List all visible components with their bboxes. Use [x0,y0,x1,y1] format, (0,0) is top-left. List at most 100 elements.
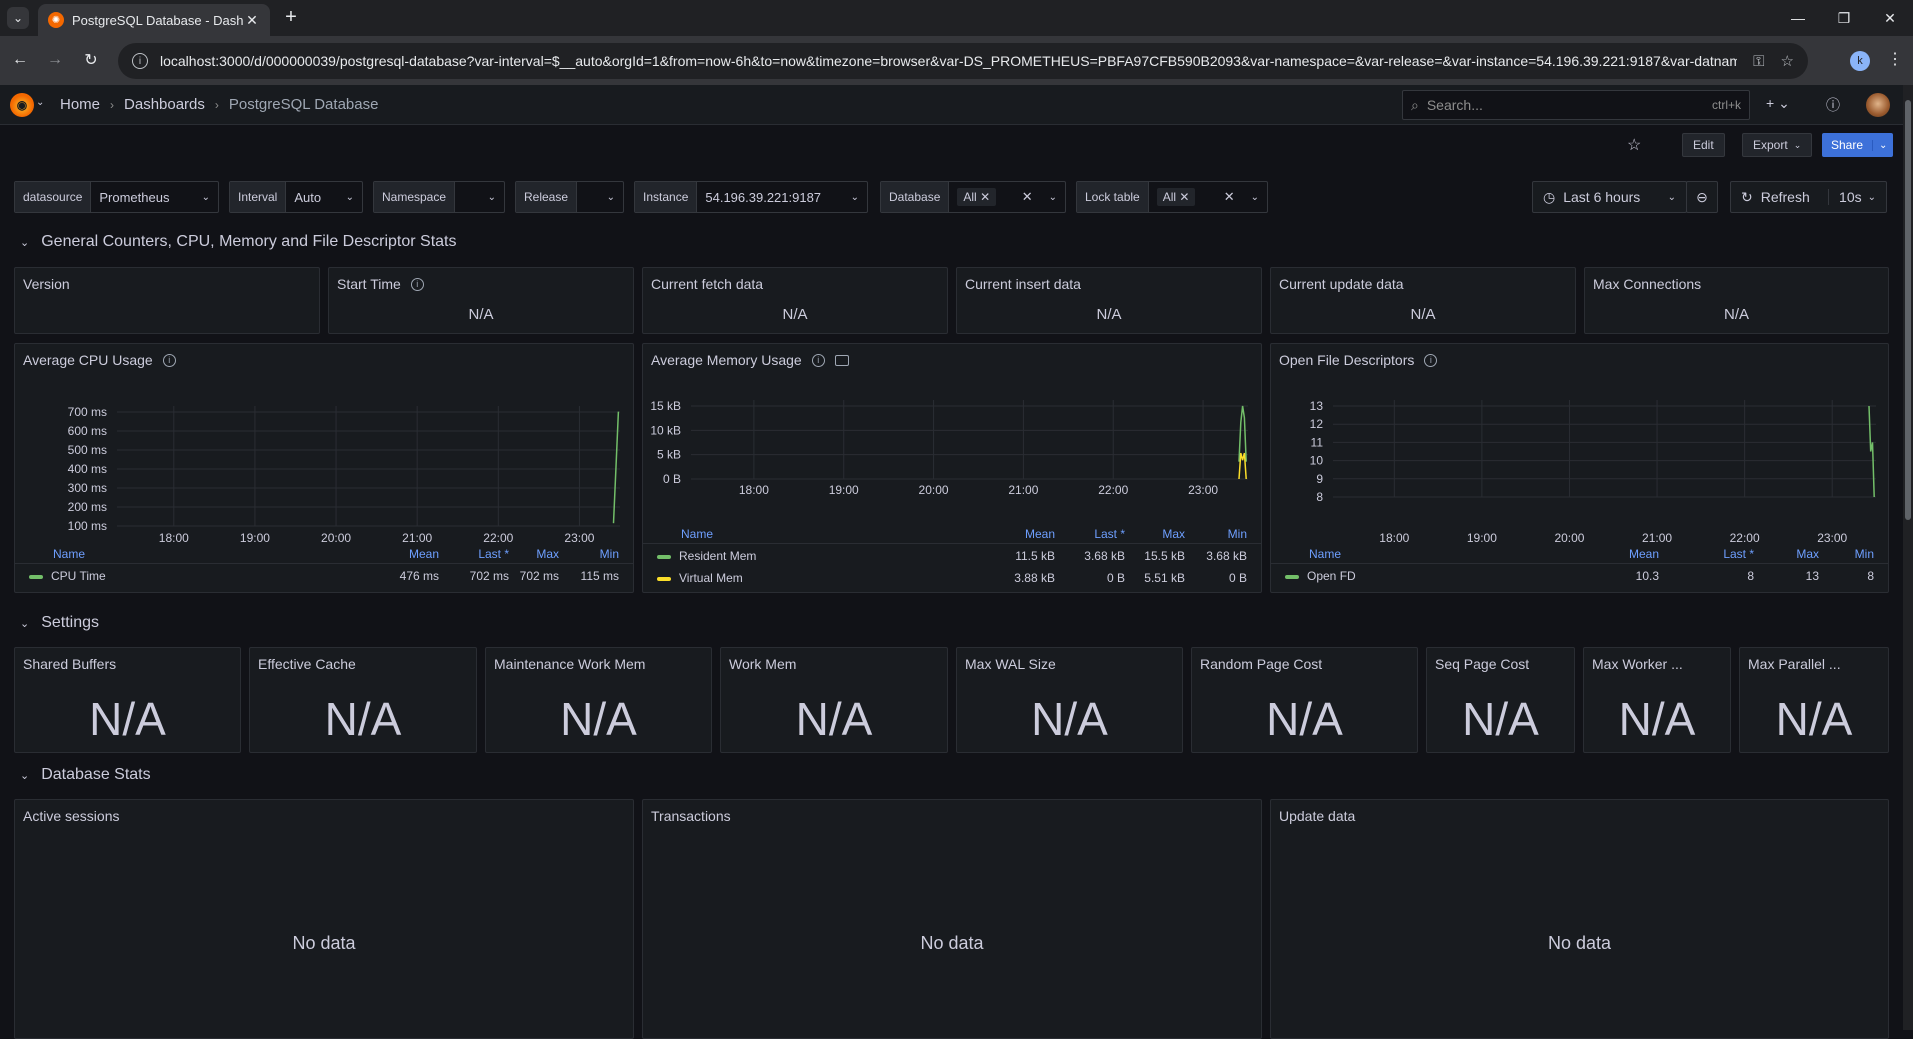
panel-setting[interactable]: Seq Page Cost N/A [1426,647,1575,753]
legend-col-last[interactable]: Last * [1094,527,1125,541]
panel-setting[interactable]: Shared Buffers N/A [14,647,241,753]
panel-setting[interactable]: Max WAL Size N/A [956,647,1183,753]
breadcrumb-home[interactable]: Home [60,96,100,113]
legend-col-min[interactable]: Min [1228,527,1247,541]
chevron-down-icon[interactable]: ⌄ [1872,139,1893,151]
info-icon[interactable]: i [410,277,424,291]
legend-col-last[interactable]: Last * [478,547,509,561]
star-icon[interactable]: ☆ [1627,135,1641,155]
legend-row[interactable]: CPU Time 476 ms 702 ms 702 ms 115 ms [15,566,633,586]
browser-tab[interactable]: ✺ PostgreSQL Database - Dashbo ✕ [38,4,270,36]
close-tab-icon[interactable]: ✕ [244,12,260,29]
add-new-button[interactable]: + ⌄ [1766,95,1790,112]
var-release[interactable]: Release ⌄ [515,181,624,213]
grafana-logo-icon[interactable]: ◉ [10,93,34,117]
panel-setting[interactable]: Max Worker ... N/A [1583,647,1731,753]
var-lock-table[interactable]: Lock table All ✕ ✕ ⌄ [1076,181,1268,213]
browser-menu-icon[interactable]: ⋮ [1887,49,1903,69]
new-tab-button[interactable]: + [280,7,302,29]
var-datasource[interactable]: datasource Prometheus ⌄ [14,181,219,213]
row-settings[interactable]: ⌄ Settings [20,614,99,632]
clear-icon[interactable]: ✕ [1022,189,1033,205]
remove-chip-icon[interactable]: ✕ [980,190,990,204]
panel-setting[interactable]: Max Parallel ... N/A [1739,647,1889,753]
legend-series-name[interactable]: Resident Mem [657,549,756,563]
legend-col-max[interactable]: Max [536,547,559,561]
panel-transactions[interactable]: Transactions No data [642,799,1262,1039]
legend-row[interactable]: Open FD 10.3 8 13 8 [1271,566,1888,586]
panel-setting[interactable]: Random Page Cost N/A [1191,647,1418,753]
refresh-interval[interactable]: 10s [1828,189,1862,205]
chevron-down-icon: ⌄ [1048,191,1057,203]
profile-avatar[interactable]: k [1850,51,1870,71]
var-namespace[interactable]: Namespace ⌄ [373,181,505,213]
legend-col-min[interactable]: Min [1855,547,1874,561]
time-range-picker[interactable]: ◷ Last 6 hours ⌄ [1532,181,1687,213]
search-input[interactable]: ⌕ Search... ctrl+k [1402,90,1750,120]
legend-col-min[interactable]: Min [600,547,619,561]
panel-max-connections[interactable]: Max Connections N/A [1584,267,1889,334]
remove-chip-icon[interactable]: ✕ [1179,190,1189,204]
share-button[interactable]: Share ⌄ [1822,133,1894,157]
legend-series-name[interactable]: Virtual Mem [657,571,743,585]
panel-cpu-usage[interactable]: Average CPU Usage i 700 ms 600 ms 500 ms 400… [14,343,634,593]
legend-col-mean[interactable]: Mean [409,547,439,561]
scrollbar-thumb[interactable] [1905,100,1911,520]
legend-row[interactable]: Virtual Mem 3.88 kB 0 B 5.51 kB 0 B [643,568,1261,588]
info-icon[interactable]: i [811,353,825,367]
var-database[interactable]: Database All ✕ ✕ ⌄ [880,181,1066,213]
legend-col-mean[interactable]: Mean [1629,547,1659,561]
back-icon[interactable]: ← [8,48,32,72]
panel-memory-usage[interactable]: Average Memory Usage i 15 kB 10 kB 5 kB 0 B 1… [642,343,1262,593]
legend-col-name[interactable]: Name [1309,547,1341,561]
legend-col-name[interactable]: Name [53,547,85,561]
export-button[interactable]: Export ⌄ [1742,133,1813,157]
info-icon[interactable]: i [162,353,176,367]
var-interval[interactable]: Interval Auto ⌄ [229,181,363,213]
bookmark-star-icon[interactable]: ☆ [1781,52,1794,70]
library-panel-icon[interactable] [834,354,849,366]
zoom-out-button[interactable]: ⊖ [1686,181,1718,213]
site-info-icon[interactable]: i [132,53,148,69]
legend-col-max[interactable]: Max [1796,547,1819,561]
panel-start-time[interactable]: Start Time i N/A [328,267,634,334]
refresh-label[interactable]: Refresh [1761,189,1810,205]
title-text: Open File Descriptors [1279,352,1415,368]
info-icon[interactable]: i [1424,353,1438,367]
minimize-button[interactable]: — [1775,0,1821,36]
legend-series-name[interactable]: Open FD [1285,569,1356,583]
panel-version[interactable]: Version [14,267,320,334]
help-icon[interactable]: ⓘ [1826,95,1840,115]
panel-setting[interactable]: Maintenance Work Mem N/A [485,647,712,753]
chevron-down-icon[interactable]: ⌄ [36,97,44,108]
address-bar[interactable]: i localhost:3000/d/000000039/postgresql-… [118,43,1808,79]
reload-icon[interactable]: ↻ [79,48,103,72]
legend-col-name[interactable]: Name [681,527,713,541]
row-general[interactable]: ⌄ General Counters, CPU, Memory and File… [20,233,456,251]
panel-active-sessions[interactable]: Active sessions No data [14,799,634,1039]
panel-update-data[interactable]: Update data No data [1270,799,1889,1039]
panel-current-update[interactable]: Current update data N/A [1270,267,1576,334]
clear-icon[interactable]: ✕ [1224,189,1235,205]
panel-current-insert[interactable]: Current insert data N/A [956,267,1262,334]
legend-series-name[interactable]: CPU Time [29,569,106,583]
restore-button[interactable]: ❐ [1821,0,1867,36]
password-key-icon[interactable]: ⚿ [1753,53,1764,70]
legend-col-mean[interactable]: Mean [1025,527,1055,541]
legend-col-max[interactable]: Max [1162,527,1185,541]
legend-col-last[interactable]: Last * [1723,547,1754,561]
panel-setting[interactable]: Effective Cache N/A [249,647,477,753]
panel-setting[interactable]: Work Mem N/A [720,647,948,753]
panel-current-fetch[interactable]: Current fetch data N/A [642,267,948,334]
breadcrumb-dashboards[interactable]: Dashboards [124,96,205,113]
row-database-stats[interactable]: ⌄ Database Stats [20,766,151,784]
edit-button[interactable]: Edit [1682,133,1725,157]
refresh-picker[interactable]: ↻ Refresh 10s ⌄ [1730,181,1887,213]
user-avatar[interactable] [1866,93,1890,117]
close-window-button[interactable]: ✕ [1867,0,1913,36]
forward-icon[interactable]: → [43,48,67,72]
panel-open-fds[interactable]: Open File Descriptors i 13 12 11 10 9 8 18:00 19… [1270,343,1889,593]
var-instance[interactable]: Instance 54.196.39.221:9187 ⌄ [634,181,868,213]
tab-search-button[interactable]: ⌄ [7,7,29,29]
legend-row[interactable]: Resident Mem 11.5 kB 3.68 kB 15.5 kB 3.68 kB [643,546,1261,566]
